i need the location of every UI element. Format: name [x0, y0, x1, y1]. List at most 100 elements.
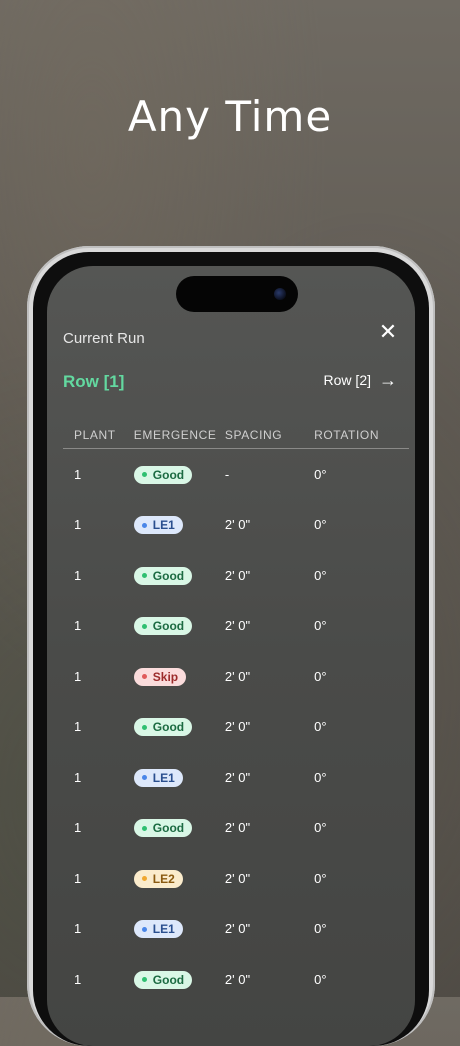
emergence-label: Good	[152, 821, 185, 835]
cell-rotation: 0°	[314, 466, 327, 482]
status-dot-icon	[141, 825, 147, 831]
emergence-badge: LE2	[133, 869, 183, 888]
emergence-badge: Good	[133, 970, 193, 989]
emergence-label: Good	[152, 972, 185, 987]
emergence-badge: Good	[133, 819, 193, 837]
cell-emergence: Good	[133, 465, 225, 484]
cell-emergence: LE1	[133, 516, 225, 534]
cell-spacing: -	[224, 466, 230, 482]
emergence-label: Good	[152, 720, 185, 734]
next-row-label: Row [2]	[323, 372, 371, 388]
cell-emergence: Good	[133, 566, 225, 585]
emergence-label: LE1	[152, 922, 175, 936]
camera-icon	[274, 288, 286, 300]
cell-plant: 1	[74, 668, 82, 684]
cell-emergence: LE1	[133, 768, 225, 787]
run-table: PLANT EMERGENCE SPACING ROTATION 1 Good - 0…	[63, 422, 409, 1005]
emergence-badge: Good	[133, 617, 193, 635]
cell-plant: 1	[74, 921, 82, 937]
cell-spacing: 2' 0"	[224, 517, 251, 533]
cell-plant: 1	[74, 517, 82, 533]
emergence-badge: Good	[133, 718, 193, 736]
cell-plant: 1	[74, 567, 82, 583]
panel-title: Current Run	[63, 330, 145, 347]
table-row[interactable]: 1 LE1 2' 0" 0°	[63, 752, 409, 803]
cell-plant: 1	[74, 769, 82, 785]
cell-plant: 1	[74, 466, 82, 482]
emergence-badge: LE1	[133, 768, 183, 787]
cell-plant: 1	[74, 618, 82, 634]
cell-emergence: Good	[133, 718, 225, 736]
cell-rotation: 0°	[314, 870, 327, 886]
emergence-label: Good	[152, 467, 185, 482]
table-row[interactable]: 1 Skip 2' 0" 0°	[63, 651, 409, 702]
cell-emergence: Good	[133, 970, 225, 989]
header-plant: PLANT	[74, 428, 116, 442]
table-row[interactable]: 1 LE1 2' 0" 0°	[63, 904, 409, 955]
cell-spacing: 2' 0"	[224, 668, 251, 684]
cell-spacing: 2' 0"	[224, 769, 251, 785]
cell-spacing: 2' 0"	[224, 921, 251, 937]
cell-spacing: 2' 0"	[224, 870, 251, 886]
status-dot-icon	[141, 977, 147, 982]
next-row-button[interactable]: Row [2] →	[323, 370, 397, 390]
status-dot-icon	[141, 775, 147, 780]
cell-rotation: 0°	[314, 618, 327, 634]
cell-rotation: 0°	[314, 567, 327, 583]
cell-rotation: 0°	[314, 719, 327, 735]
close-button[interactable]: ✕	[377, 322, 399, 344]
emergence-label: Good	[152, 619, 185, 633]
emergence-label: Good	[152, 568, 185, 583]
cell-spacing: 2' 0"	[224, 820, 251, 836]
emergence-label: Skip	[152, 669, 179, 684]
status-dot-icon	[141, 674, 147, 679]
phone-frame: Current Run ✕ Row [1] Row [2] → PLANT EM…	[27, 246, 435, 1046]
status-dot-icon	[141, 926, 147, 932]
cell-emergence: Skip	[133, 667, 225, 686]
header-emergence: EMERGENCE	[133, 428, 217, 442]
table-row[interactable]: 1 Good - 0°	[63, 449, 409, 500]
status-dot-icon	[141, 573, 147, 578]
table-body: 1 Good - 0° 1 LE1 2' 0" 0° 1 Good 2' 0" 0° 1 Good 2' 0…	[63, 449, 409, 1005]
cell-spacing: 2' 0"	[224, 618, 251, 634]
table-row[interactable]: 1 Good 2' 0" 0°	[63, 803, 409, 854]
emergence-badge: Skip	[133, 667, 187, 686]
arrow-right-icon: →	[379, 370, 397, 390]
cell-plant: 1	[74, 870, 82, 886]
table-header: PLANT EMERGENCE SPACING ROTATION	[63, 422, 409, 449]
cell-rotation: 0°	[314, 769, 327, 785]
emergence-badge: Good	[133, 465, 193, 484]
dynamic-island	[176, 276, 298, 312]
status-dot-icon	[141, 724, 147, 730]
emergence-badge: LE1	[133, 516, 183, 534]
phone-screen: Current Run ✕ Row [1] Row [2] → PLANT EM…	[47, 266, 415, 1046]
emergence-badge: Good	[133, 566, 193, 585]
cell-rotation: 0°	[314, 668, 327, 684]
table-row[interactable]: 1 LE1 2' 0" 0°	[63, 500, 409, 551]
table-row[interactable]: 1 Good 2' 0" 0°	[63, 550, 409, 601]
header-spacing: SPACING	[224, 428, 283, 442]
header-rotation: ROTATION	[314, 428, 380, 442]
cell-plant: 1	[74, 971, 82, 987]
cell-plant: 1	[74, 719, 82, 735]
status-dot-icon	[141, 522, 147, 528]
cell-rotation: 0°	[314, 971, 327, 987]
phone-bezel: Current Run ✕ Row [1] Row [2] → PLANT EM…	[33, 252, 429, 1046]
emergence-badge: LE1	[133, 920, 183, 938]
cell-emergence: Good	[133, 617, 225, 635]
cell-emergence: LE2	[133, 869, 225, 888]
current-row-label: Row [1]	[63, 372, 125, 391]
cell-rotation: 0°	[314, 921, 327, 937]
close-icon: ✕	[378, 320, 398, 345]
cell-emergence: LE1	[133, 920, 225, 938]
table-row[interactable]: 1 Good 2' 0" 0°	[63, 702, 409, 753]
headline: Any Time	[127, 92, 333, 141]
status-dot-icon	[141, 472, 147, 477]
status-dot-icon	[141, 876, 147, 881]
cell-spacing: 2' 0"	[224, 719, 251, 735]
table-row[interactable]: 1 LE2 2' 0" 0°	[63, 853, 409, 904]
table-row[interactable]: 1 Good 2' 0" 0°	[63, 601, 409, 652]
cell-plant: 1	[74, 820, 82, 836]
cell-rotation: 0°	[314, 820, 327, 836]
cell-spacing: 2' 0"	[224, 971, 251, 987]
